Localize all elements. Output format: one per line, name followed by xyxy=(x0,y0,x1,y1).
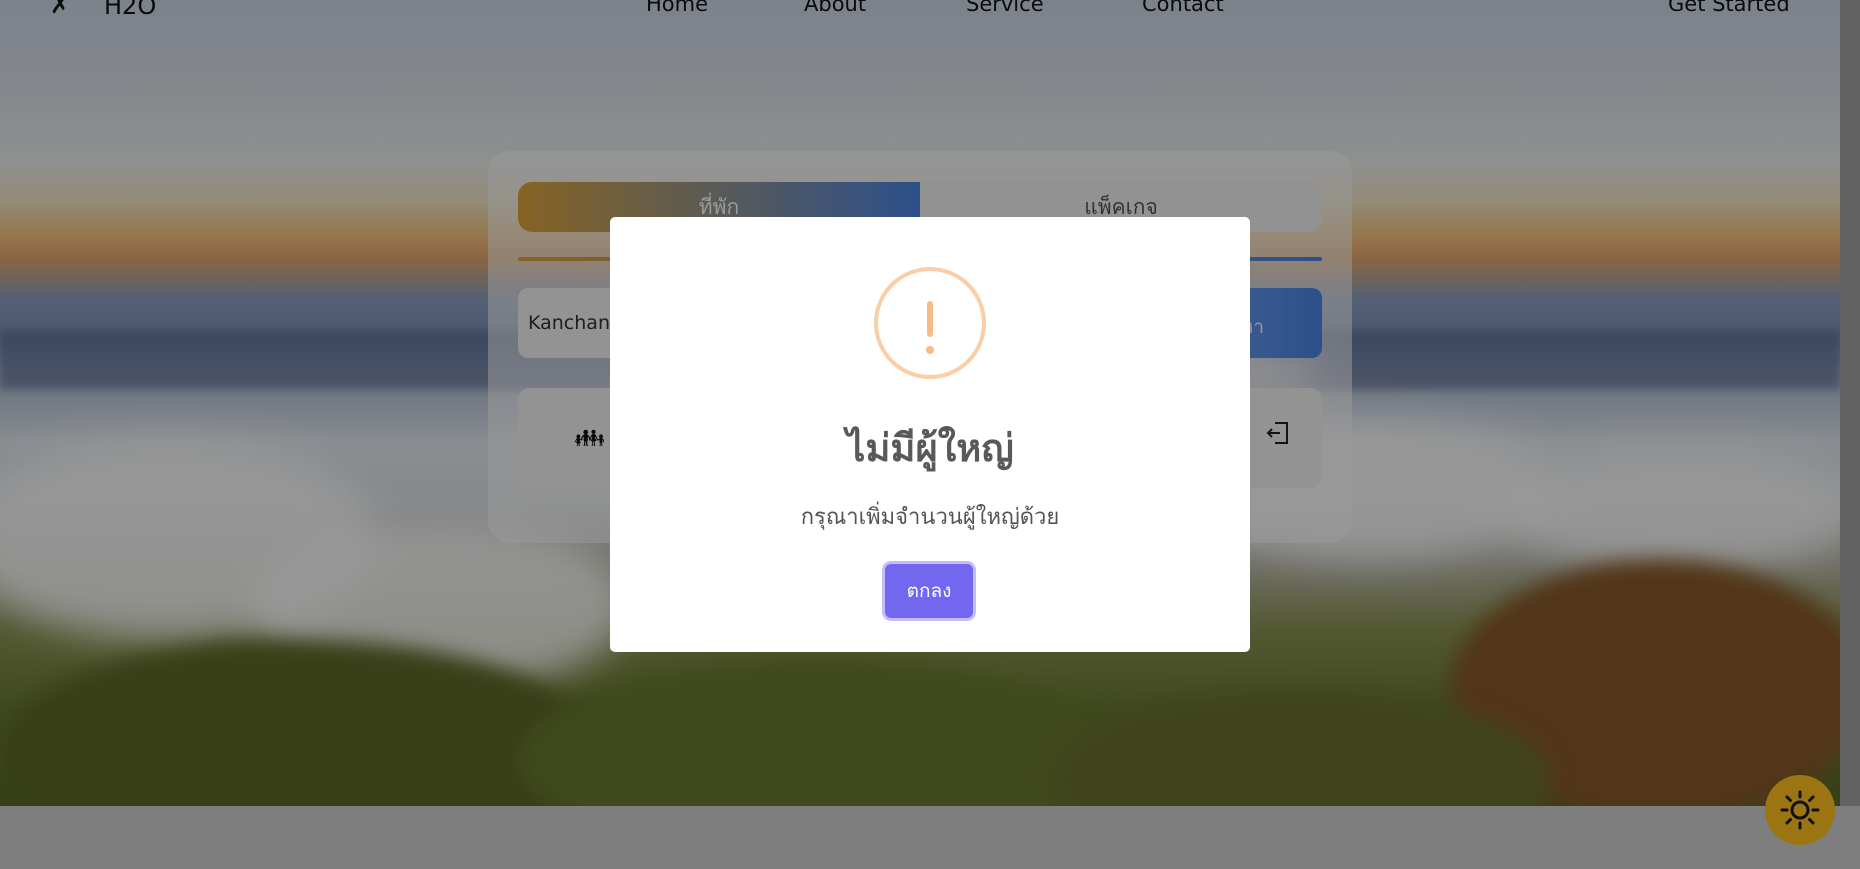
confirm-button[interactable]: ตกลง xyxy=(885,564,973,618)
dialog-message: กรุณาเพิ่มจำนวนผู้ใหญ่ด้วย xyxy=(800,505,1060,530)
warning-icon xyxy=(874,267,986,379)
theme-toggle-button[interactable] xyxy=(1765,775,1835,845)
alert-dialog: ไม่มีผู้ใหญ่ กรุณาเพิ่มจำนวนผู้ใหญ่ด้วย … xyxy=(610,217,1250,652)
sun-icon xyxy=(1780,790,1820,830)
dialog-title: ไม่มีผู้ใหญ่ xyxy=(846,426,1014,470)
